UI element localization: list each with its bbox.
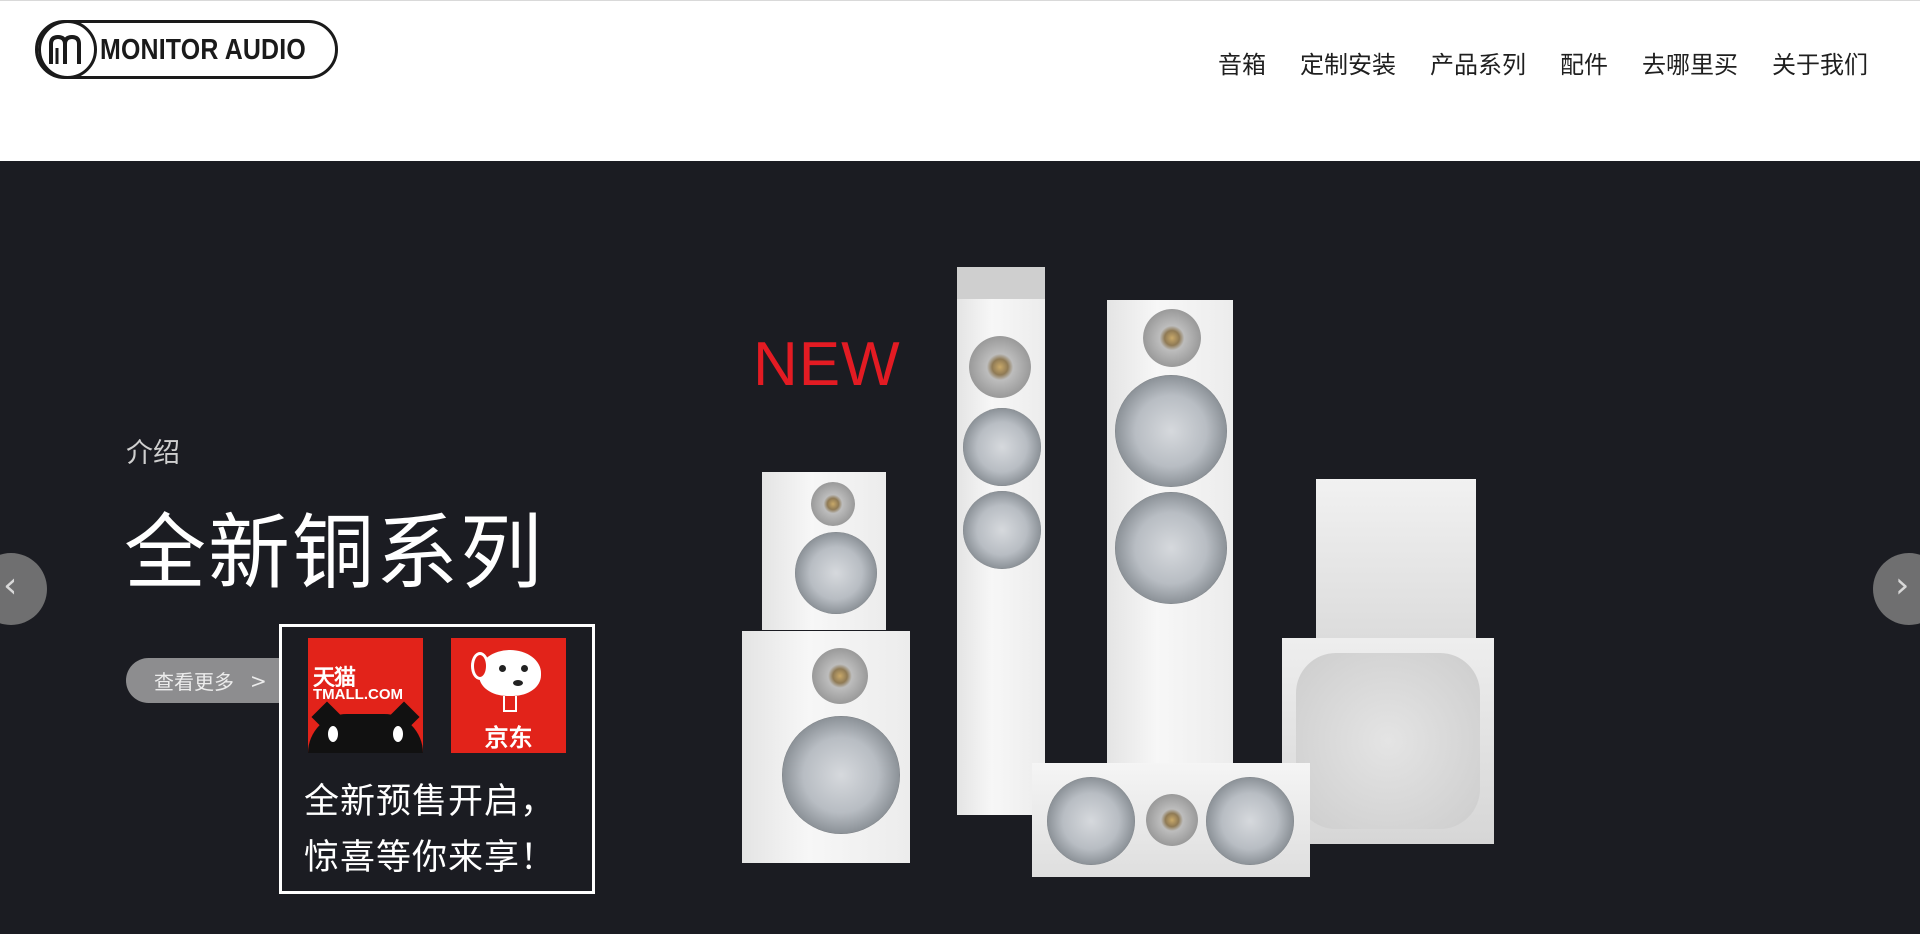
jd-dog-body-icon bbox=[503, 696, 517, 712]
jd-dog-eye-icon bbox=[499, 665, 506, 672]
carousel-next-button[interactable]: › bbox=[1873, 553, 1920, 625]
jd-dog-eye-icon bbox=[521, 665, 528, 672]
chevron-right-icon: › bbox=[1895, 565, 1910, 606]
woofer-icon bbox=[1115, 375, 1227, 487]
nav-item-accessories[interactable]: 配件 bbox=[1560, 45, 1608, 80]
view-more-label: 查看更多 bbox=[154, 670, 234, 694]
new-badge: NEW bbox=[753, 330, 901, 399]
nav-item-where-to-buy[interactable]: 去哪里买 bbox=[1642, 45, 1738, 80]
logo-mark-icon bbox=[38, 20, 97, 79]
promo-line-1: 全新预售开启， bbox=[304, 782, 557, 822]
tweeter-icon bbox=[1146, 794, 1198, 846]
nav-item-product-series[interactable]: 产品系列 bbox=[1430, 45, 1526, 80]
chevron-right-icon: > bbox=[250, 668, 267, 693]
jd-dog-nose-icon bbox=[513, 680, 523, 686]
chevron-left-icon: ‹ bbox=[3, 565, 18, 606]
cat-eye-icon bbox=[328, 726, 338, 742]
hero-kicker: 介绍 bbox=[126, 438, 180, 469]
main-nav: 音箱 定制安装 产品系列 配件 去哪里买 关于我们 bbox=[1184, 45, 1868, 80]
monitor-audio-logo[interactable]: MONITOR AUDIO bbox=[35, 20, 338, 79]
tweeter-icon bbox=[812, 648, 868, 704]
jd-text: 京东 bbox=[484, 724, 533, 752]
logo-text: MONITOR AUDIO bbox=[100, 34, 306, 66]
cat-eye-icon bbox=[393, 726, 403, 742]
tweeter-icon bbox=[1143, 309, 1201, 367]
woofer-icon bbox=[1206, 777, 1294, 865]
woofer-icon bbox=[1115, 492, 1227, 604]
subwoofer-small bbox=[1316, 479, 1476, 639]
tweeter-icon bbox=[811, 482, 855, 526]
promo-line-2: 惊喜等你来享！ bbox=[304, 838, 557, 878]
nav-item-speakers[interactable]: 音箱 bbox=[1218, 45, 1266, 80]
woofer-icon bbox=[963, 491, 1041, 569]
tmall-logo[interactable]: 天猫 TMALL.COM bbox=[308, 638, 423, 753]
jd-logo[interactable]: 京东 bbox=[451, 638, 566, 753]
nav-item-about-us[interactable]: 关于我们 bbox=[1772, 45, 1868, 80]
hero-carousel: 介绍 全新铜系列 查看更多 > 天猫 TMALL.COM 京东 全新预售开启， … bbox=[0, 161, 1920, 934]
jd-dog-icon bbox=[479, 650, 541, 696]
jd-dog-ear-icon bbox=[471, 652, 489, 680]
subwoofer-grille bbox=[1296, 653, 1480, 829]
view-more-button[interactable]: 查看更多 > bbox=[126, 658, 301, 703]
speaker-top-cap bbox=[957, 267, 1045, 299]
woofer-icon bbox=[795, 532, 877, 614]
carousel-prev-button[interactable]: ‹ bbox=[0, 553, 47, 625]
hero-title: 全新铜系列 bbox=[124, 506, 545, 601]
woofer-icon bbox=[963, 408, 1041, 486]
woofer-icon bbox=[782, 716, 900, 834]
tweeter-icon bbox=[969, 336, 1031, 398]
site-header: MONITOR AUDIO 音箱 定制安装 产品系列 配件 去哪里买 关于我们 bbox=[0, 0, 1920, 161]
woofer-icon bbox=[1047, 777, 1135, 865]
nav-item-custom-install[interactable]: 定制安装 bbox=[1300, 45, 1396, 80]
presale-promo[interactable]: 天猫 TMALL.COM 京东 全新预售开启， 惊喜等你来享！ bbox=[279, 624, 595, 894]
